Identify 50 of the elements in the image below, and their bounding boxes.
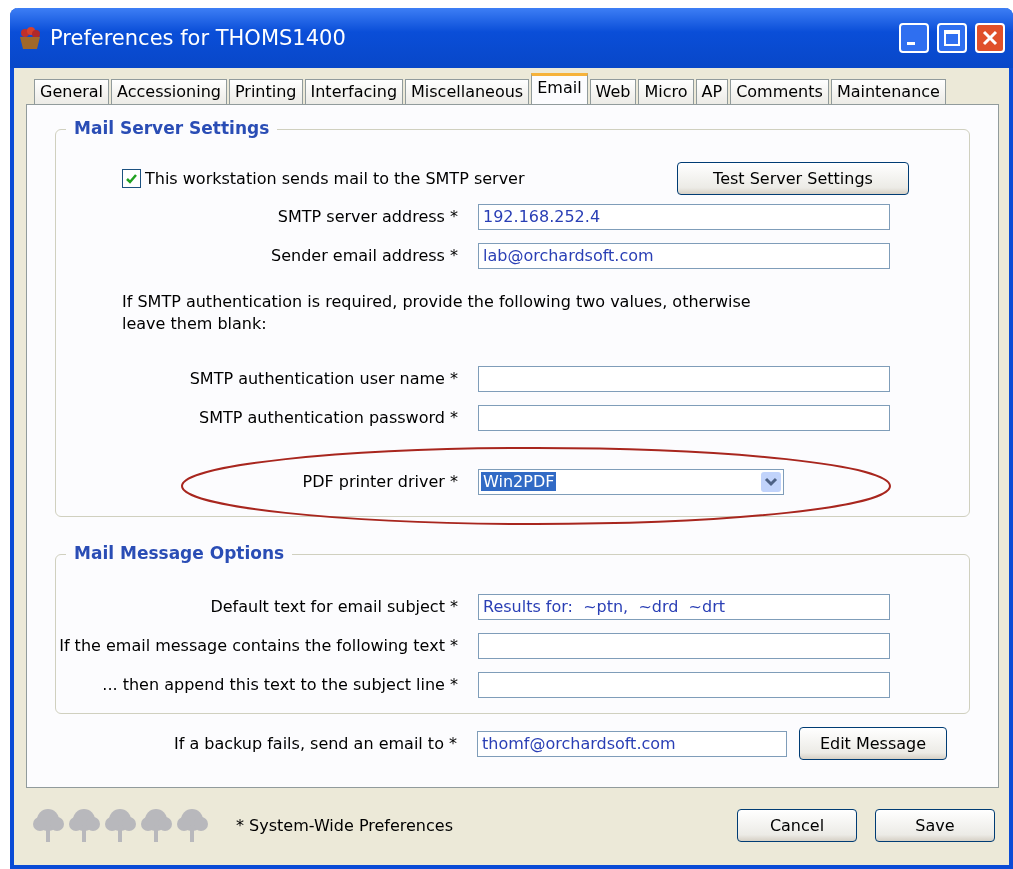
checkbox-label: This workstation sends mail to the SMTP server (145, 169, 525, 188)
field-label: If a backup fails, send an email to * (172, 734, 458, 753)
field-label: Default text for email subject * (209, 597, 459, 616)
dropdown[interactable]: Win2PDF (478, 468, 784, 495)
edit-message-button[interactable]: Edit Message (799, 727, 947, 760)
input-field[interactable]: lab@orchardsoft.com (478, 242, 890, 269)
checkmark-icon (125, 172, 138, 185)
dialog-button[interactable]: Save (875, 808, 995, 842)
tab[interactable]: Email (531, 73, 588, 104)
input-field[interactable]: thomf@orchardsoft.com (477, 730, 787, 757)
tab[interactable]: Comments (730, 79, 829, 104)
field-label: SMTP server address * (276, 207, 459, 226)
minimize-button[interactable] (899, 23, 929, 53)
minimize-icon (907, 41, 915, 45)
close-icon (982, 30, 998, 46)
test-server-button[interactable]: Test Server Settings (677, 162, 909, 195)
tab[interactable]: General (34, 79, 110, 104)
input-field[interactable]: Results for: ~ptn, ~drd ~drt (478, 593, 890, 620)
auth-note: If SMTP authentication is required, provide the following two values, otherwise leave them blank: (122, 291, 752, 335)
group-title: Mail Server Settings (66, 118, 278, 138)
input-field[interactable] (478, 671, 890, 698)
input-field[interactable] (478, 365, 890, 392)
field-label: SMTP authentication password * (198, 408, 459, 427)
input-field[interactable] (478, 404, 890, 431)
dialog-button[interactable]: Cancel (737, 808, 857, 842)
field-label: SMTP authentication user name * (188, 369, 459, 388)
field-label: PDF printer driver * (301, 472, 459, 491)
maximize-button[interactable] (937, 23, 967, 53)
tab[interactable]: Printing (228, 79, 303, 104)
group-title: Mail Message Options (66, 543, 293, 563)
input-field[interactable] (478, 632, 890, 659)
tab[interactable]: Web (589, 79, 637, 104)
input-field[interactable]: 192.168.252.4 (478, 203, 890, 230)
tab[interactable]: Maintenance (830, 79, 946, 104)
tab[interactable]: Micro (638, 79, 694, 104)
close-button[interactable] (975, 23, 1005, 53)
dropdown-value: Win2PDF (481, 472, 557, 491)
basket-icon (18, 26, 42, 50)
window-title: Preferences for THOMS1400 (50, 26, 347, 50)
field-label: If the email message contains the following text * (58, 636, 459, 655)
chevron-down-icon[interactable] (761, 471, 781, 492)
tab[interactable]: Interfacing (304, 79, 404, 104)
maximize-icon (944, 30, 960, 46)
field-label: ... then append this text to the subject line * (101, 675, 459, 694)
field-label: Sender email address * (270, 246, 459, 265)
tab[interactable]: AP (695, 79, 729, 104)
footnote: * System-Wide Preferences (236, 815, 454, 835)
tab[interactable]: Miscellaneous (405, 79, 530, 104)
tab[interactable]: Accessioning (111, 79, 227, 104)
checkbox[interactable] (122, 169, 141, 188)
